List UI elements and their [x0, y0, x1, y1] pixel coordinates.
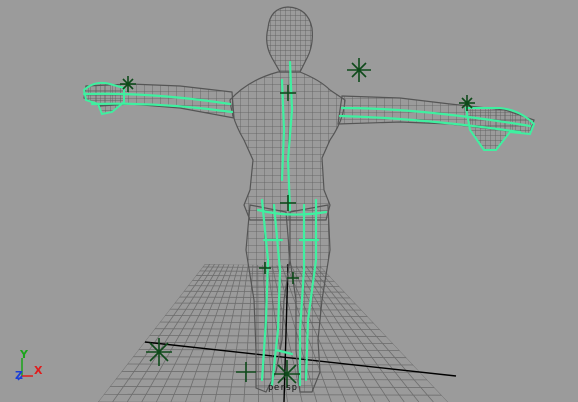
- left-hand-mesh[interactable]: [82, 81, 125, 116]
- locator-head-side[interactable]: [347, 58, 371, 82]
- axis-y-label: Y: [20, 348, 28, 361]
- axis-x-label: X: [34, 364, 43, 377]
- character-mesh[interactable]: [82, 6, 536, 393]
- axis-z-label: Z: [15, 369, 23, 382]
- left-leg-mesh[interactable]: [245, 204, 291, 393]
- camera-name-label: persp: [268, 383, 298, 393]
- perspective-viewport[interactable]: Y Z X persp: [0, 0, 578, 402]
- scene-canvas[interactable]: [0, 0, 578, 402]
